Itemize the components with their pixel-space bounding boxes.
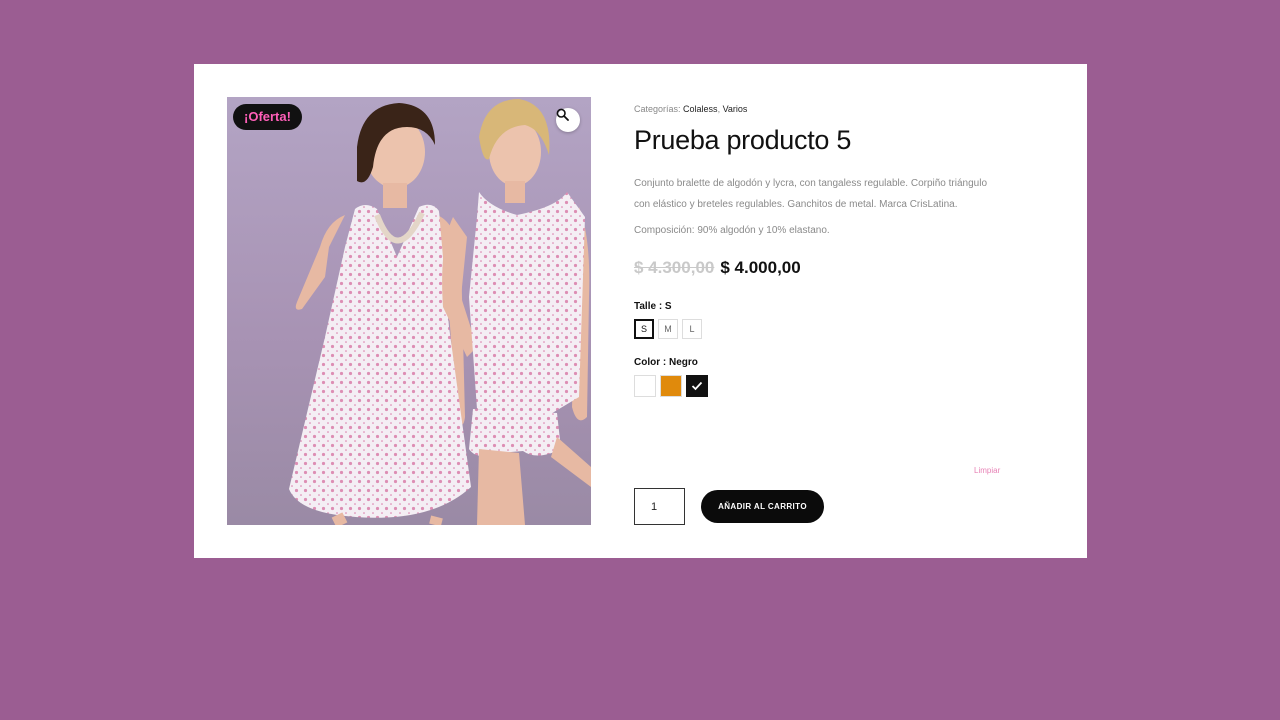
size-option-m[interactable]: M bbox=[658, 319, 678, 339]
color-selector: Color : Negro bbox=[634, 357, 1014, 397]
product-photo-illustration bbox=[289, 99, 591, 525]
color-label: Color : Negro bbox=[634, 357, 698, 368]
product-summary: Categorías: Colaless, Varios Prueba prod… bbox=[634, 104, 1014, 525]
product-description: Conjunto bralette de algodón y lycra, co… bbox=[634, 178, 988, 210]
sale-price: $ 4.000,00 bbox=[720, 258, 801, 277]
color-option-black[interactable] bbox=[686, 375, 708, 397]
add-to-cart-button[interactable]: AÑADIR AL CARRITO bbox=[701, 490, 824, 523]
category-link-varios[interactable]: Varios bbox=[723, 104, 748, 114]
color-option-white[interactable] bbox=[634, 375, 656, 397]
size-option-l[interactable]: L bbox=[682, 319, 702, 339]
size-swatches: S M L bbox=[634, 319, 1014, 339]
checkmark-icon bbox=[691, 381, 703, 391]
product-composition: Composición: 90% algodón y 10% elastano. bbox=[634, 225, 830, 236]
size-label: Talle : S bbox=[634, 301, 672, 312]
product-title: Prueba producto 5 bbox=[634, 125, 852, 155]
magnifier-icon bbox=[556, 108, 569, 121]
product-image[interactable]: ¡Oferta! bbox=[227, 97, 591, 525]
clear-selection-link[interactable]: Limpiar bbox=[974, 466, 1000, 475]
category-link-colaless[interactable]: Colaless bbox=[683, 104, 718, 114]
price-block: $ 4.300,00 $ 4.000,00 bbox=[634, 258, 1014, 278]
zoom-button[interactable] bbox=[556, 108, 580, 132]
add-to-cart-form: AÑADIR AL CARRITO bbox=[634, 488, 824, 525]
size-option-s[interactable]: S bbox=[634, 319, 654, 339]
size-selector: Talle : S S M L bbox=[634, 301, 1014, 339]
product-categories: Categorías: Colaless, Varios bbox=[634, 104, 1014, 114]
sale-badge: ¡Oferta! bbox=[233, 104, 302, 130]
color-option-orange[interactable] bbox=[660, 375, 682, 397]
quantity-input[interactable] bbox=[634, 488, 685, 525]
regular-price: $ 4.300,00 bbox=[634, 258, 715, 277]
color-swatches bbox=[634, 375, 1014, 397]
categories-label: Categorías: bbox=[634, 104, 681, 114]
product-card: ¡Oferta! Categorías: Colaless, Varios Pr… bbox=[194, 64, 1087, 558]
